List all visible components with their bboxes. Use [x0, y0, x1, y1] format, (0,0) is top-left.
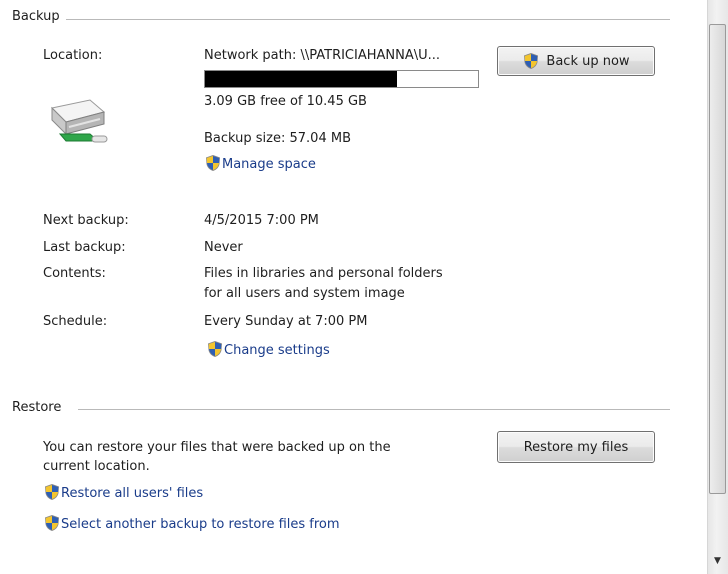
change-settings-link[interactable]: Change settings — [206, 340, 330, 358]
free-space-text: 3.09 GB free of 10.45 GB — [204, 94, 367, 109]
manage-space-link-label: Manage space — [222, 157, 316, 172]
backup-section-title: Backup — [12, 9, 60, 24]
select-another-backup-link[interactable]: Select another backup to restore files f… — [43, 514, 340, 532]
uac-shield-icon — [204, 154, 222, 172]
restore-description-line1: You can restore your files that were bac… — [43, 440, 391, 455]
restore-section-divider — [78, 409, 670, 410]
schedule-value: Every Sunday at 7:00 PM — [204, 314, 368, 329]
uac-shield-icon — [206, 340, 224, 358]
last-backup-value: Never — [204, 240, 243, 255]
contents-label: Contents: — [43, 266, 106, 281]
backup-section-divider — [66, 19, 670, 20]
back-up-now-button[interactable]: Back up now — [497, 46, 655, 76]
disk-usage-bar — [204, 70, 479, 88]
disk-usage-bar-fill — [205, 71, 398, 87]
restore-my-files-button[interactable]: Restore my files — [497, 431, 655, 463]
next-backup-value: 4/5/2015 7:00 PM — [204, 213, 319, 228]
scrollbar-thumb[interactable] — [709, 24, 726, 494]
contents-value-line1: Files in libraries and personal folders — [204, 266, 443, 281]
uac-shield-icon — [43, 514, 61, 532]
select-another-backup-label: Select another backup to restore files f… — [61, 517, 340, 532]
uac-shield-icon — [43, 483, 61, 501]
next-backup-label: Next backup: — [43, 213, 129, 228]
restore-all-users-files-label: Restore all users' files — [61, 486, 204, 501]
location-label: Location: — [43, 48, 103, 63]
restore-all-users-files-link[interactable]: Restore all users' files — [43, 483, 203, 501]
manage-space-link[interactable]: Manage space — [204, 154, 316, 172]
uac-shield-icon — [522, 52, 540, 70]
network-drive-icon — [50, 99, 108, 143]
restore-my-files-label: Restore my files — [523, 439, 629, 455]
restore-section-title: Restore — [12, 400, 62, 415]
change-settings-link-label: Change settings — [224, 343, 330, 358]
backup-size-text: Backup size: 57.04 MB — [204, 131, 351, 146]
back-up-now-label: Back up now — [546, 53, 630, 69]
schedule-label: Schedule: — [43, 314, 108, 329]
contents-value-line2: for all users and system image — [204, 286, 405, 301]
location-value: Network path: \\PATRICIAHANNA\U... — [204, 48, 441, 63]
last-backup-label: Last backup: — [43, 240, 126, 255]
scroll-down-arrow-icon[interactable]: ▼ — [709, 550, 726, 572]
restore-description-line2: current location. — [43, 459, 150, 474]
